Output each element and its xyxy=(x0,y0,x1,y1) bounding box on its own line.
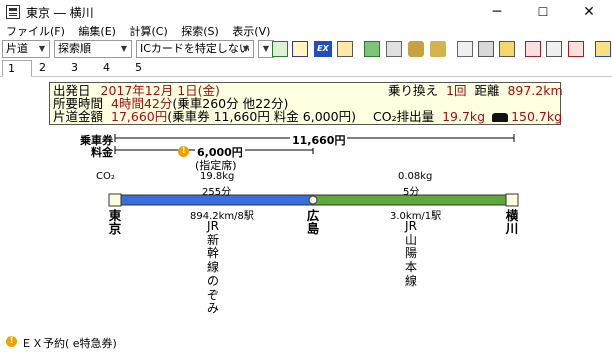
co2-caption: CO₂ xyxy=(96,171,115,182)
station-marker-yokogawa[interactable] xyxy=(505,193,519,207)
seg2-minutes: 5分 xyxy=(403,187,420,198)
seg1-co2: 19.8kg xyxy=(200,171,235,182)
station-yokogawa[interactable]: 横川 xyxy=(504,209,520,235)
info-icon: ! xyxy=(6,336,17,347)
station-marker-tokyo[interactable] xyxy=(108,193,122,207)
seg2-line-name: JR山陽本線 xyxy=(404,219,417,288)
info-icon: ! xyxy=(178,146,189,157)
station-tokyo[interactable]: 東京 xyxy=(107,209,123,235)
ex-reservation-link[interactable]: ＥＸ予約( e特急券) xyxy=(21,335,117,351)
route-diagram xyxy=(108,134,519,207)
charge-label: 料金 xyxy=(91,146,113,159)
station-marker-hiroshima[interactable] xyxy=(308,195,318,205)
seg2-co2: 0.08kg xyxy=(398,171,433,182)
ticket-amount: 11,660円 xyxy=(290,132,348,148)
seg1-distance: 894.2km/8駅 xyxy=(190,211,254,222)
seg1-line-name: JR新幹線のぞみ xyxy=(206,219,219,316)
station-hiroshima[interactable]: 広島 xyxy=(305,209,321,235)
seg1-minutes: 255分 xyxy=(202,187,232,198)
